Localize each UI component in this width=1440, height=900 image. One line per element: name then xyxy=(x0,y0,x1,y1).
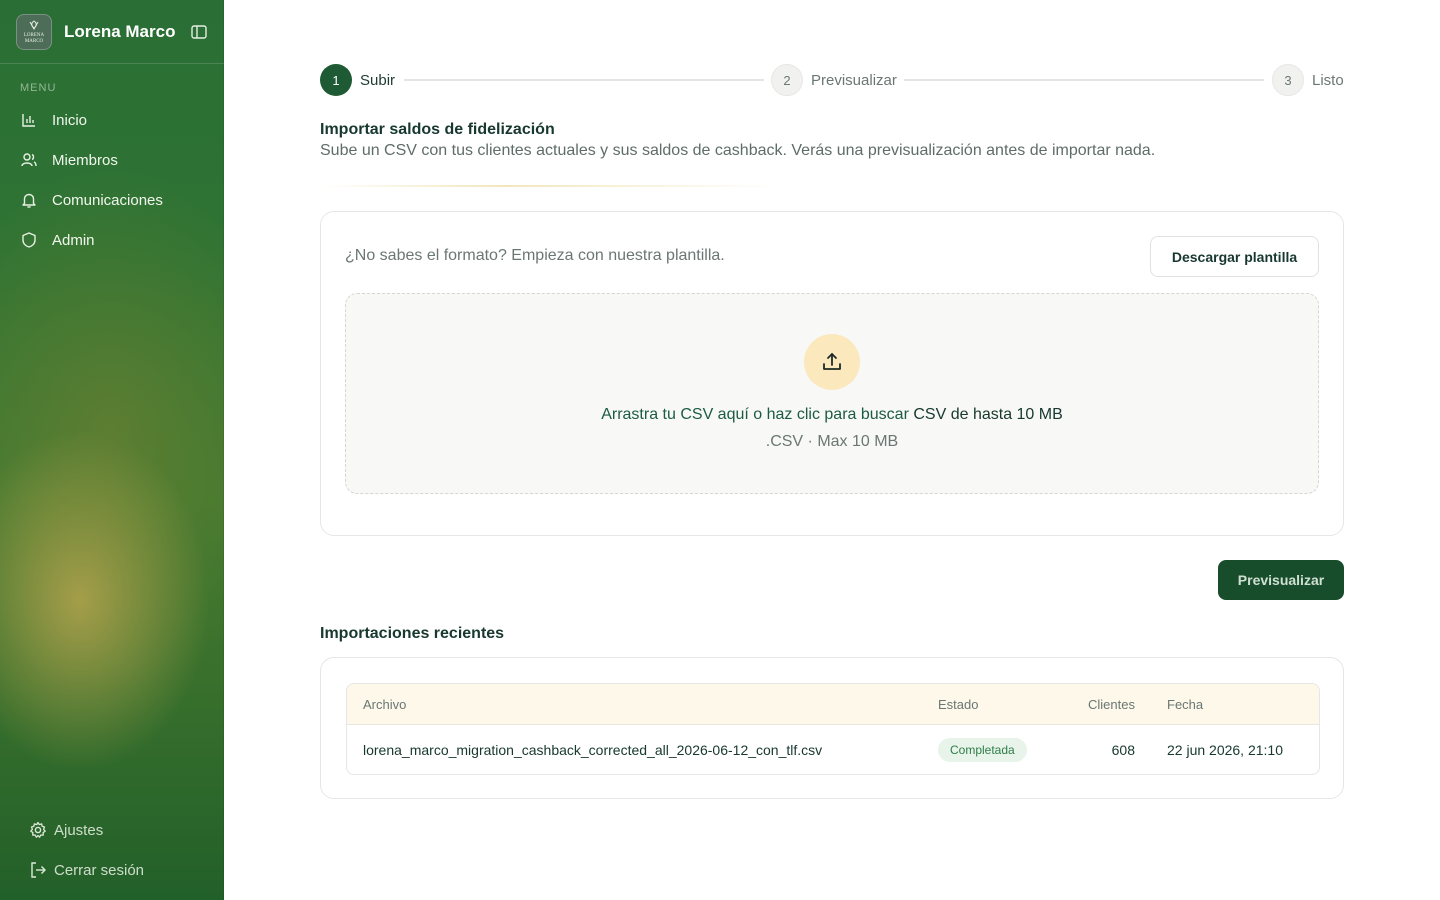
sidebar-item-ajustes[interactable]: Ajustes xyxy=(28,816,103,844)
table-header: Archivo Estado Clientes Fecha xyxy=(347,684,1319,725)
upload-card: ¿No sabes el formato? Empieza con nuestr… xyxy=(320,211,1344,536)
dropzone-text: Arrastra tu CSV aquí o haz clic para bus… xyxy=(346,406,1318,424)
step-number: 1 xyxy=(320,64,352,96)
csv-dropzone[interactable]: Arrastra tu CSV aquí o haz clic para bus… xyxy=(345,293,1319,494)
sidebar-item-label: Ajustes xyxy=(54,821,104,839)
step-connector xyxy=(404,79,764,81)
users-icon xyxy=(21,153,37,167)
preview-button[interactable]: Previsualizar xyxy=(1218,560,1344,600)
brand[interactable]: LORENA MARCO Lorena Marco xyxy=(16,14,208,50)
step-previsualizar: 2 Previsualizar xyxy=(771,64,897,96)
recent-imports-card: Archivo Estado Clientes Fecha lorena_mar… xyxy=(320,657,1344,799)
sidebar: LORENA MARCO Lorena Marco MENU Inicio Mi… xyxy=(0,0,224,900)
column-header-archivo: Archivo xyxy=(363,697,407,712)
bell-icon xyxy=(22,193,36,208)
sidebar-collapse-icon[interactable] xyxy=(190,23,208,41)
shield-icon xyxy=(22,232,36,248)
sidebar-item-inicio[interactable]: Inicio xyxy=(20,106,210,134)
step-listo: 3 Listo xyxy=(1272,64,1344,96)
accent-divider xyxy=(320,185,780,187)
sidebar-divider xyxy=(0,63,224,64)
menu-label: MENU xyxy=(20,82,57,94)
recent-imports-table: Archivo Estado Clientes Fecha lorena_mar… xyxy=(346,683,1320,775)
step-label: Subir xyxy=(360,71,396,89)
step-number: 3 xyxy=(1272,64,1304,96)
brand-logo: LORENA MARCO xyxy=(16,14,52,50)
page-title: Importar saldos de fidelización xyxy=(320,121,555,138)
sidebar-item-admin[interactable]: Admin xyxy=(20,226,210,254)
stepper: 1 Subir 2 Previsualizar 3 Listo xyxy=(320,64,1344,96)
main-content: 1 Subir 2 Previsualizar 3 Listo Importar… xyxy=(320,0,1344,900)
status-badge: Completada xyxy=(938,738,1027,762)
sidebar-item-label: Comunicaciones xyxy=(52,191,163,209)
cell-file: lorena_marco_migration_cashback_correcte… xyxy=(363,742,823,758)
step-label: Listo xyxy=(1312,71,1344,89)
logout-icon xyxy=(31,862,46,878)
cell-clients: 608 xyxy=(1111,742,1135,758)
template-hint: ¿No sabes el formato? Empieza con nuestr… xyxy=(345,247,725,264)
brand-logo-icon: LORENA MARCO xyxy=(24,20,45,44)
recent-imports-title: Importaciones recientes xyxy=(320,625,505,642)
bar-chart-icon xyxy=(22,114,35,127)
sidebar-item-label: Cerrar sesión xyxy=(54,861,145,879)
step-number: 2 xyxy=(771,64,803,96)
download-template-button[interactable]: Descargar plantilla xyxy=(1150,236,1319,277)
sidebar-item-label: Miembros xyxy=(52,151,118,169)
svg-text:LORENA: LORENA xyxy=(24,33,45,38)
brand-name: Lorena Marco xyxy=(64,22,176,41)
upload-icon xyxy=(823,353,841,370)
sidebar-item-label: Inicio xyxy=(52,111,88,129)
cell-date: 22 jun 2026, 21:10 xyxy=(1167,742,1283,758)
column-header-clientes: Clientes xyxy=(1088,697,1135,712)
dropzone-size-note: CSV de hasta 10 MB xyxy=(913,406,1063,423)
step-label: Previsualizar xyxy=(811,71,897,89)
gear-icon xyxy=(30,821,46,838)
sidebar-item-miembros[interactable]: Miembros xyxy=(20,146,210,174)
svg-text:MARCO: MARCO xyxy=(25,39,44,44)
sidebar-item-label: Admin xyxy=(52,231,95,249)
step-connector xyxy=(904,79,1264,81)
page-subtitle: Sube un CSV con tus clientes actuales y … xyxy=(320,142,1156,159)
column-header-fecha: Fecha xyxy=(1167,697,1204,712)
upload-icon-circle xyxy=(804,334,860,390)
dropzone-browse-link[interactable]: Arrastra tu CSV aquí o haz clic para bus… xyxy=(601,406,909,423)
column-header-estado: Estado xyxy=(938,697,979,712)
step-subir: 1 Subir xyxy=(320,64,395,96)
table-row[interactable]: lorena_marco_migration_cashback_correcte… xyxy=(347,725,1319,774)
dropzone-format-hint: .CSV · Max 10 MB xyxy=(765,433,899,450)
sidebar-item-comunicaciones[interactable]: Comunicaciones xyxy=(20,186,210,214)
sidebar-item-cerrar-sesion[interactable]: Cerrar sesión xyxy=(28,856,144,884)
